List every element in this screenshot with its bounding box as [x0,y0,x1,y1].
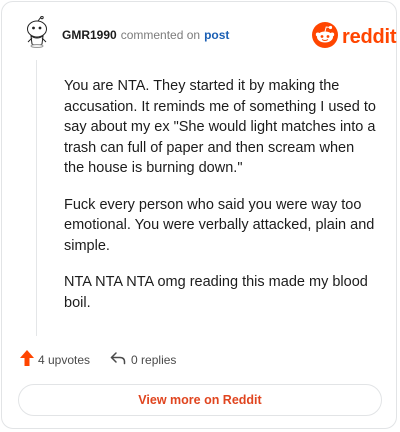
reply-arrow-icon [110,351,126,368]
upvote-arrow-icon [20,350,34,369]
comment-header: GMR1990 commented on post [62,28,229,42]
snoo-avatar-icon[interactable] [22,15,52,48]
view-more-button[interactable]: View more on Reddit [18,384,382,416]
replies-count: 0 replies [131,352,177,367]
reddit-logo-icon [312,22,338,53]
username[interactable]: GMR1990 [62,28,117,42]
upvote-button[interactable]: 4 upvotes [20,350,90,369]
post-link[interactable]: post [204,28,229,42]
comment-body: You are NTA. They started it by making t… [64,76,376,329]
comment-paragraph: Fuck every person who said you were way … [64,196,375,254]
commented-on-text: commented on [120,28,201,42]
comment-paragraph: NTA NTA NTA omg reading this made my blo… [64,274,368,311]
comment-card: GMR1990 commented on post reddit You are N… [1,1,397,429]
thread-line [36,60,37,336]
comment-paragraph: You are NTA. They started it by making t… [64,78,376,176]
comment-actions: 4 upvotes 0 replies [20,350,176,369]
replies-button[interactable]: 0 replies [110,351,176,368]
upvotes-count: 4 upvotes [38,352,91,367]
reddit-wordmark: reddit [342,26,397,48]
reddit-brand[interactable]: reddit [312,22,397,53]
